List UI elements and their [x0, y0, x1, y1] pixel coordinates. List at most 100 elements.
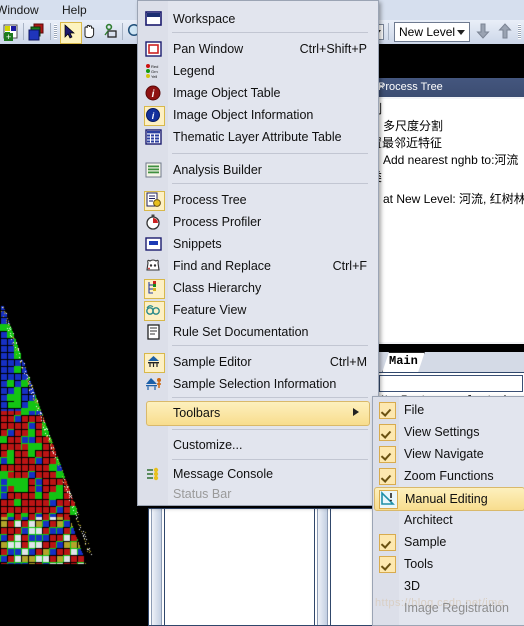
document-pane-far-right[interactable] — [330, 508, 378, 626]
move-down-button[interactable] — [474, 22, 492, 41]
menu-item-label: Process Tree — [173, 193, 247, 207]
menu-item-label: Analysis Builder — [173, 163, 262, 177]
menu-item-label: Status Bar — [173, 487, 232, 501]
submenu-item-label: File — [404, 403, 425, 417]
scrollbar-right[interactable] — [317, 509, 328, 625]
menu-help[interactable]: Help — [58, 2, 91, 18]
manual-editing-icon — [379, 490, 398, 509]
menu-item-label: Find and Replace — [173, 259, 271, 273]
menu-item-sample-selection-information[interactable]: Sample Selection Information — [139, 373, 375, 395]
find-replace-icon — [144, 257, 163, 275]
menu-item-analysis-builder[interactable]: Analysis Builder — [139, 159, 375, 181]
image-view[interactable] — [0, 44, 152, 624]
menu-item-pan-window[interactable]: Pan Window Ctrl+Shift+P — [139, 38, 375, 60]
submenu-item-image-registration[interactable]: Image Registration — [374, 597, 523, 619]
scrollbar-left[interactable] — [151, 509, 162, 625]
menu-window[interactable]: Window — [0, 2, 43, 18]
submenu-item-label: Zoom Functions — [404, 469, 494, 483]
menu-separator — [172, 459, 368, 460]
checkbox-checked-icon[interactable] — [379, 424, 396, 441]
process-tree-line[interactable]: 置最邻近特征 — [376, 135, 442, 151]
submenu-item-view-settings[interactable]: View Settings — [374, 421, 523, 443]
document-pane-main[interactable] — [164, 508, 316, 626]
submenu-item-3d[interactable]: 3D — [374, 575, 523, 597]
submenu-item-manual-editing[interactable]: Manual Editing — [374, 487, 524, 511]
process-tree-body[interactable]: 割 多尺度分割 置最邻近特征 Add nearest nghb to:河流 类 … — [376, 99, 524, 342]
menu-separator — [172, 153, 368, 154]
submenu-item-label: Manual Editing — [405, 492, 488, 506]
svg-text:+: + — [6, 32, 11, 42]
submenu-item-architect[interactable]: Architect — [374, 509, 523, 531]
menu-item-class-hierarchy[interactable]: Class Hierarchy — [139, 277, 375, 299]
menu-item-process-tree[interactable]: Process Tree — [139, 189, 375, 211]
menu-item-sample-editor[interactable]: Sample Editor Ctrl+M — [139, 351, 375, 373]
menu-separator — [172, 183, 368, 184]
submenu-item-sample[interactable]: Sample — [374, 531, 523, 553]
feature-search-input[interactable] — [379, 375, 523, 392]
menu-separator — [172, 345, 368, 346]
menu-item-label: Pan Window — [173, 42, 244, 56]
checkbox-checked-icon[interactable] — [379, 446, 396, 463]
menu-item-label: Toolbars — [173, 406, 221, 420]
submenu-item-tools[interactable]: Tools — [374, 553, 523, 575]
menu-item-image-object-information[interactable]: i Image Object Information — [139, 104, 375, 126]
tab-main[interactable]: Main — [382, 352, 425, 373]
snippets-icon — [144, 235, 163, 253]
level-dropdown-value: New Level — [399, 25, 456, 39]
analysis-builder-icon — [144, 161, 163, 179]
select-object-icon[interactable] — [102, 22, 122, 42]
layers-icon[interactable] — [27, 22, 47, 42]
process-tree-titlebar: Process Tree × — [376, 78, 524, 97]
level-dropdown[interactable]: New Level — [394, 22, 470, 42]
chevron-down-icon[interactable] — [457, 30, 465, 35]
close-icon[interactable]: × — [378, 81, 521, 93]
menu-item-status-bar[interactable]: Status Bar — [139, 483, 375, 505]
new-project-icon[interactable]: + — [2, 22, 22, 42]
image-object-table-icon: i — [144, 84, 163, 102]
select-arrow-icon[interactable] — [60, 22, 82, 44]
thematic-table-icon — [144, 128, 163, 146]
menu-item-label: Thematic Layer Attribute Table — [173, 130, 342, 144]
submenu-item-view-navigate[interactable]: View Navigate — [374, 443, 523, 465]
legend-icon: Red Grn Yell — [144, 62, 163, 80]
menu-item-rule-set-documentation[interactable]: Rule Set Documentation — [139, 321, 375, 343]
view-menu: Workspace Pan Window Ctrl+Shift+P Red Gr… — [137, 0, 379, 506]
menu-item-message-console[interactable]: Message Console — [139, 463, 375, 485]
menu-item-label: Feature View — [173, 303, 247, 317]
menu-item-snippets[interactable]: Snippets — [139, 233, 375, 255]
menu-item-accelerator: Ctrl+F — [332, 259, 367, 273]
menu-item-thematic-layer-attribute-table[interactable]: Thematic Layer Attribute Table — [139, 126, 375, 148]
svg-text:Yell: Yell — [151, 74, 157, 79]
menu-item-find-and-replace[interactable]: Find and Replace Ctrl+F — [139, 255, 375, 277]
menu-item-label: Sample Selection Information — [173, 377, 337, 391]
menu-item-legend[interactable]: Red Grn Yell Legend — [139, 60, 375, 82]
process-tree-line[interactable]: at New Level: 河流, 红树林 — [383, 191, 524, 207]
menu-item-label: Sample Editor — [173, 355, 252, 369]
checkbox-checked-icon[interactable] — [379, 556, 396, 573]
menu-item-customize[interactable]: Customize... — [139, 434, 375, 456]
submenu-item-zoom-functions[interactable]: Zoom Functions — [374, 465, 523, 487]
move-up-button[interactable] — [496, 22, 514, 41]
checkbox-checked-icon[interactable] — [379, 468, 396, 485]
menu-item-toolbars[interactable]: Toolbars — [146, 401, 370, 426]
process-tree-line[interactable]: 多尺度分割 — [383, 118, 443, 134]
image-object-info-icon: i — [144, 106, 165, 126]
submenu-item-label: Architect — [404, 513, 453, 527]
workspace-icon — [144, 10, 163, 28]
process-tree-line[interactable]: Add nearest nghb to:河流 — [383, 152, 518, 168]
checkbox-checked-icon[interactable] — [379, 534, 396, 551]
sample-editor-icon — [144, 353, 165, 373]
menu-separator — [172, 397, 368, 398]
pan-hand-icon[interactable] — [80, 22, 100, 42]
process-tree-icon — [144, 191, 165, 211]
submenu-item-label: View Settings — [404, 425, 480, 439]
sample-selection-icon — [144, 375, 163, 393]
menu-item-image-object-table[interactable]: i Image Object Table — [139, 82, 375, 104]
menu-item-feature-view[interactable]: Feature View — [139, 299, 375, 321]
submenu-item-file[interactable]: File — [374, 399, 523, 421]
feature-view-icon — [144, 301, 165, 321]
menu-item-workspace[interactable]: Workspace — [139, 8, 375, 30]
checkbox-checked-icon[interactable] — [379, 402, 396, 419]
menu-separator — [172, 429, 368, 430]
menu-item-process-profiler[interactable]: Process Profiler — [139, 211, 375, 233]
